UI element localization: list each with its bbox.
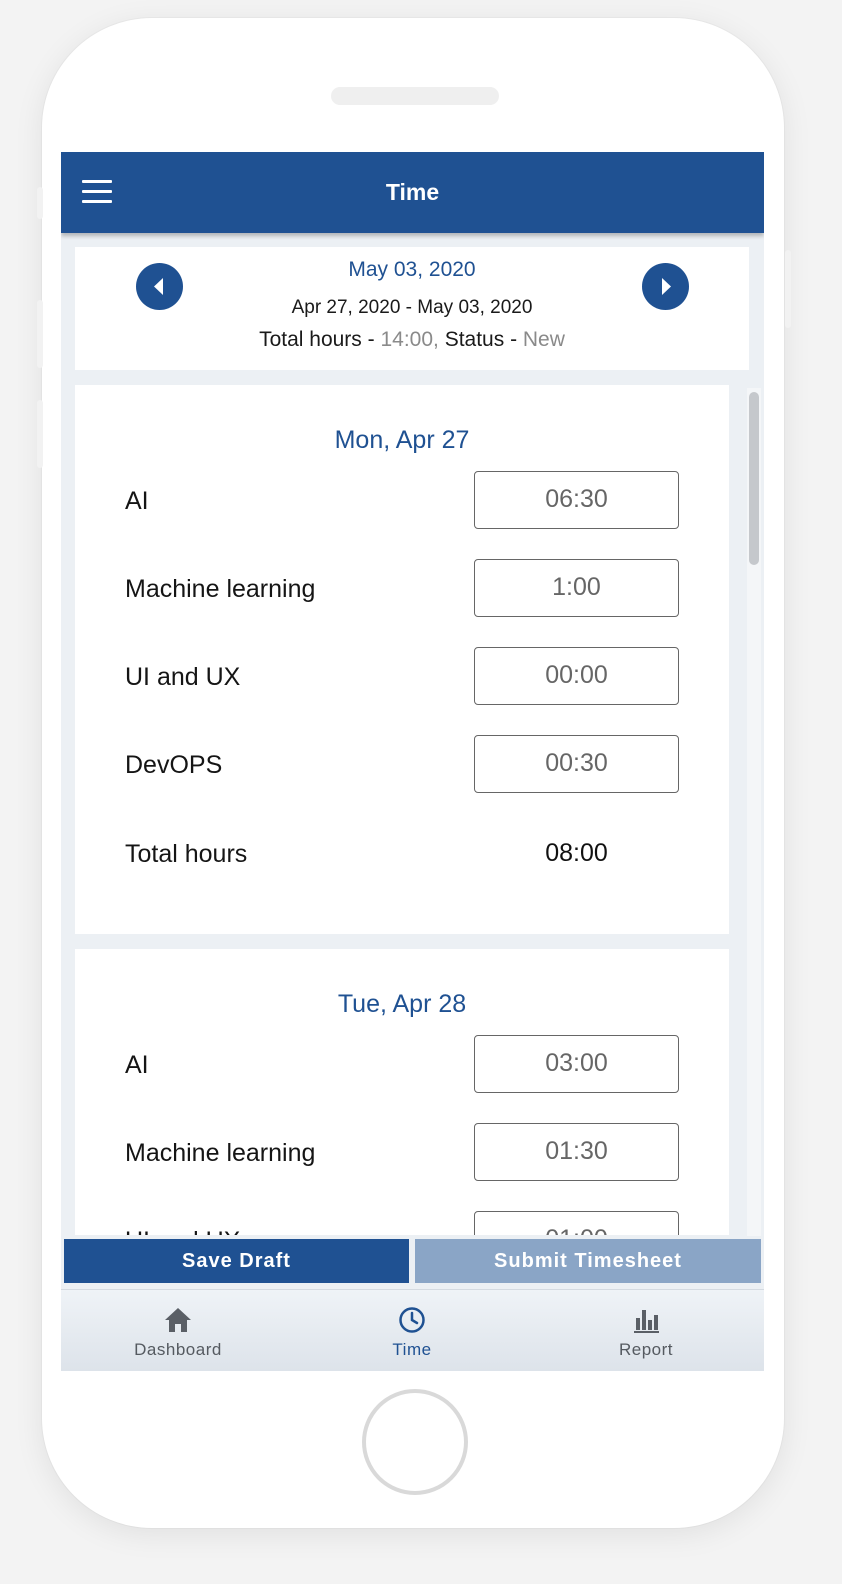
time-entry-row: Machine learning 01:30	[75, 1123, 729, 1183]
home-icon	[165, 1308, 191, 1332]
hours-input[interactable]: 03:00	[474, 1035, 679, 1093]
phone-volume-down	[37, 400, 43, 468]
day-title: Mon, Apr 27	[334, 426, 470, 454]
day-total-value: 08:00	[545, 839, 608, 867]
tab-dashboard[interactable]: Dashboard	[61, 1290, 295, 1371]
time-entry-row: DevOPS 00:30	[75, 735, 729, 795]
week-totals: Total hours - 14:00, Status - New	[75, 328, 749, 352]
phone-power-button	[785, 250, 791, 328]
day-list[interactable]: Mon, Apr 27 AI 06:30 Machine learning 1:…	[75, 385, 729, 1235]
time-entry-row: UI and UX 01:00	[75, 1211, 729, 1235]
project-label: UI and UX	[125, 1227, 240, 1235]
submit-timesheet-button[interactable]: Submit Timesheet	[415, 1239, 761, 1283]
total-hours-label: Total hours -	[259, 328, 381, 351]
page-title: Time	[385, 179, 440, 205]
project-label: UI and UX	[125, 663, 241, 691]
project-label: Machine learning	[125, 575, 316, 603]
hours-input[interactable]: 00:00	[474, 647, 679, 705]
phone-speaker	[331, 87, 499, 105]
app-screen: Time May 03, 2020 Apr 27, 2020 - May 03,…	[61, 152, 764, 1371]
tab-time[interactable]: Time	[295, 1290, 529, 1371]
hours-input[interactable]: 1:00	[474, 559, 679, 617]
day-total-row: Total hours 08:00	[75, 824, 729, 884]
project-label: AI	[125, 1051, 149, 1079]
tab-report[interactable]: Report	[529, 1290, 763, 1371]
project-label: Machine learning	[125, 1139, 316, 1167]
time-entry-row: UI and UX 00:00	[75, 647, 729, 707]
day-title: Tue, Apr 28	[337, 990, 467, 1018]
bar-chart-icon	[634, 1310, 659, 1333]
day-total-label: Total hours	[125, 840, 248, 868]
tab-label: Report	[618, 1340, 674, 1359]
app-bar: Time	[61, 152, 764, 233]
bottom-tab-bar: Dashboard Time Report	[61, 1289, 764, 1371]
day-card: Tue, Apr 28 AI 03:00 Machine learning 01…	[75, 949, 729, 1235]
hours-input[interactable]: 00:30	[474, 735, 679, 793]
save-draft-button[interactable]: Save Draft	[64, 1239, 409, 1283]
scrollbar[interactable]	[747, 388, 761, 1236]
time-entry-row: Machine learning 1:00	[75, 559, 729, 619]
time-entry-row: AI 06:30	[75, 471, 729, 531]
status-label: Status -	[438, 328, 523, 351]
phone-volume-up	[37, 300, 43, 368]
next-week-button[interactable]	[642, 263, 689, 310]
hours-input[interactable]: 01:30	[474, 1123, 679, 1181]
day-card: Mon, Apr 27 AI 06:30 Machine learning 1:…	[75, 385, 729, 934]
hours-input[interactable]: 06:30	[474, 471, 679, 529]
project-label: AI	[125, 487, 149, 515]
chevron-right-icon	[662, 278, 671, 295]
phone-home-button[interactable]	[362, 1389, 468, 1495]
total-hours-value: 14:00,	[380, 328, 439, 351]
status-value: New	[522, 328, 565, 351]
time-entry-row: AI 03:00	[75, 1035, 729, 1095]
scrollbar-thumb[interactable]	[749, 392, 759, 565]
hours-input[interactable]: 01:00	[474, 1211, 679, 1235]
week-summary-card: May 03, 2020 Apr 27, 2020 - May 03, 2020…	[75, 247, 749, 370]
project-label: DevOPS	[125, 751, 223, 779]
tab-label: Dashboard	[134, 1340, 222, 1359]
clock-icon	[399, 1307, 425, 1333]
tab-label: Time	[392, 1340, 432, 1359]
phone-side-button	[37, 187, 43, 219]
